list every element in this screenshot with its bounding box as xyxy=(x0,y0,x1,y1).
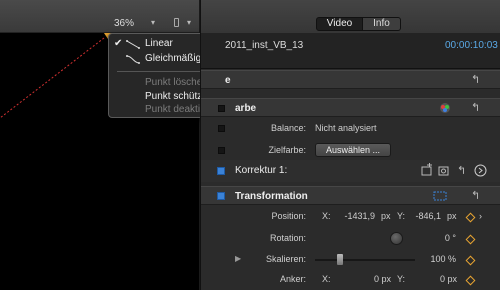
position-x-label: X: xyxy=(322,211,331,221)
scale-row: ▶ Skalieren: 100 % xyxy=(201,249,500,271)
keyframe-icon[interactable] xyxy=(465,255,476,266)
balance-checkbox[interactable] xyxy=(218,125,225,132)
keyframe-icon[interactable] xyxy=(465,275,476,286)
rotation-row: Rotation: 0 ° xyxy=(201,228,500,250)
position-x-value[interactable]: -1431,9 xyxy=(335,211,375,221)
add-shape-mask-icon[interactable] xyxy=(420,163,434,177)
linear-curve-icon xyxy=(126,40,140,49)
section-transform[interactable]: Transformation ↰ xyxy=(201,186,500,205)
balance-value: Nicht analysiert xyxy=(315,123,377,133)
correction-title: Korrektur 1: xyxy=(235,165,288,176)
position-label: Position: xyxy=(271,211,306,221)
section-title: arbe xyxy=(235,103,257,114)
clip-name: 2011_inst_VB_13 xyxy=(225,40,304,51)
section-enable-checkbox[interactable] xyxy=(218,105,225,112)
anchor-x-value[interactable]: 0 px xyxy=(361,274,391,284)
section-title: Transformation xyxy=(235,191,308,202)
menu-item-label: Linear xyxy=(145,38,173,49)
rotation-value[interactable]: 0 ° xyxy=(429,233,456,243)
menu-item-label: Punkt löschen xyxy=(145,77,208,88)
rotation-label: Rotation: xyxy=(269,233,306,243)
rotation-dial[interactable] xyxy=(390,232,403,245)
tab-info[interactable]: Info xyxy=(363,17,401,31)
correction-enable-checkbox[interactable] xyxy=(217,167,225,175)
position-row: Position: X: -1431,9 px Y: -846,1 px › xyxy=(201,206,500,228)
add-color-mask-icon[interactable] xyxy=(437,163,451,177)
keyframe-icon[interactable] xyxy=(465,212,476,223)
scale-value[interactable]: 100 % xyxy=(423,254,456,264)
navigate-arrow-icon[interactable] xyxy=(474,164,487,177)
anchor-row: Anker: X: 0 px Y: 0 px xyxy=(201,269,500,290)
position-x-unit: px xyxy=(381,211,391,221)
chevron-right-icon[interactable]: › xyxy=(479,211,482,221)
section-effects[interactable]: e ↰ xyxy=(201,70,500,89)
section-title: e xyxy=(225,75,231,86)
choose-target-color-button[interactable]: Auswählen ... xyxy=(315,143,391,157)
reset-icon[interactable]: ↰ xyxy=(471,75,481,86)
clip-header: 2011_inst_VB_13 00:00:10:03 xyxy=(201,33,500,69)
inspector-panel: Video Info 2011_inst_VB_13 00:00:10:03 e… xyxy=(200,0,500,290)
scale-label: Skalieren: xyxy=(265,254,306,264)
disclosure-triangle-icon[interactable]: ▶ xyxy=(235,254,241,263)
keyframe-icon[interactable] xyxy=(465,234,476,245)
position-y-label: Y: xyxy=(397,211,406,221)
anchor-label: Anker: xyxy=(279,274,306,284)
menu-item-label: Gleichmäßig xyxy=(145,53,202,64)
clip-timecode: 00:00:10:03 xyxy=(445,40,498,51)
anchor-y-value[interactable]: 0 px xyxy=(427,274,457,284)
scale-slider-track[interactable] xyxy=(315,259,415,261)
anchor-x-label: X: xyxy=(322,274,331,284)
reset-icon[interactable]: ↰ xyxy=(457,166,467,177)
scale-slider-handle[interactable] xyxy=(337,254,343,265)
correction-row[interactable]: Korrektur 1: ↰ xyxy=(201,160,500,182)
balance-row: Balance: Nicht analysiert xyxy=(201,118,500,140)
target-color-row: Zielfarbe: Auswählen ... xyxy=(201,140,500,162)
transform-enable-checkbox[interactable] xyxy=(217,192,225,200)
section-color[interactable]: arbe ↰ xyxy=(201,98,500,117)
transform-onscreen-control-icon[interactable] xyxy=(433,191,447,201)
tab-video[interactable]: Video xyxy=(316,17,363,31)
smooth-curve-icon xyxy=(126,55,140,64)
position-y-value[interactable]: -846,1 xyxy=(409,211,441,221)
target-color-checkbox[interactable] xyxy=(218,147,225,154)
checkmark-icon: ✔ xyxy=(114,38,123,49)
reset-icon[interactable]: ↰ xyxy=(471,191,481,202)
color-board-icon[interactable] xyxy=(439,102,451,114)
anchor-y-label: Y: xyxy=(397,274,406,284)
reset-icon[interactable]: ↰ xyxy=(471,103,481,114)
balance-label: Balance: xyxy=(270,123,306,133)
inspector-tabbar: Video Info xyxy=(201,0,500,33)
target-color-label: Zielfarbe: xyxy=(268,145,306,155)
position-y-unit: px xyxy=(447,211,457,221)
